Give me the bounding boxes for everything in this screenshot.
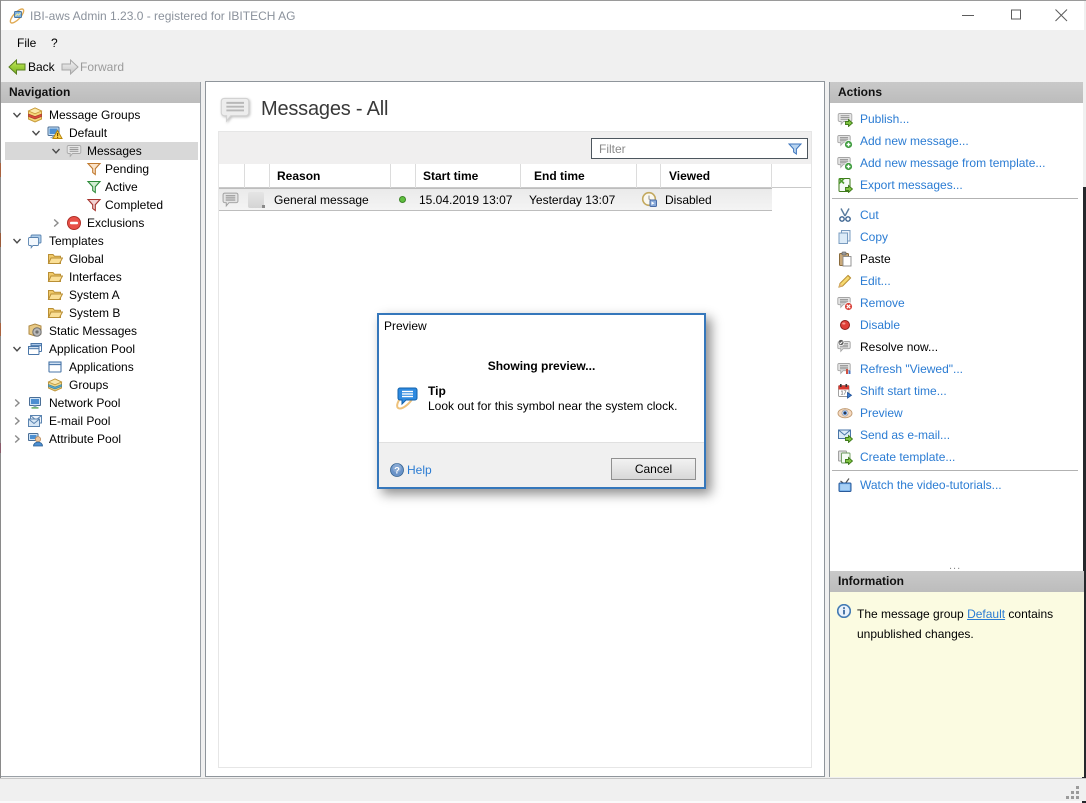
svg-text:?: ? (394, 465, 400, 476)
svg-text:17: 17 (840, 391, 846, 397)
